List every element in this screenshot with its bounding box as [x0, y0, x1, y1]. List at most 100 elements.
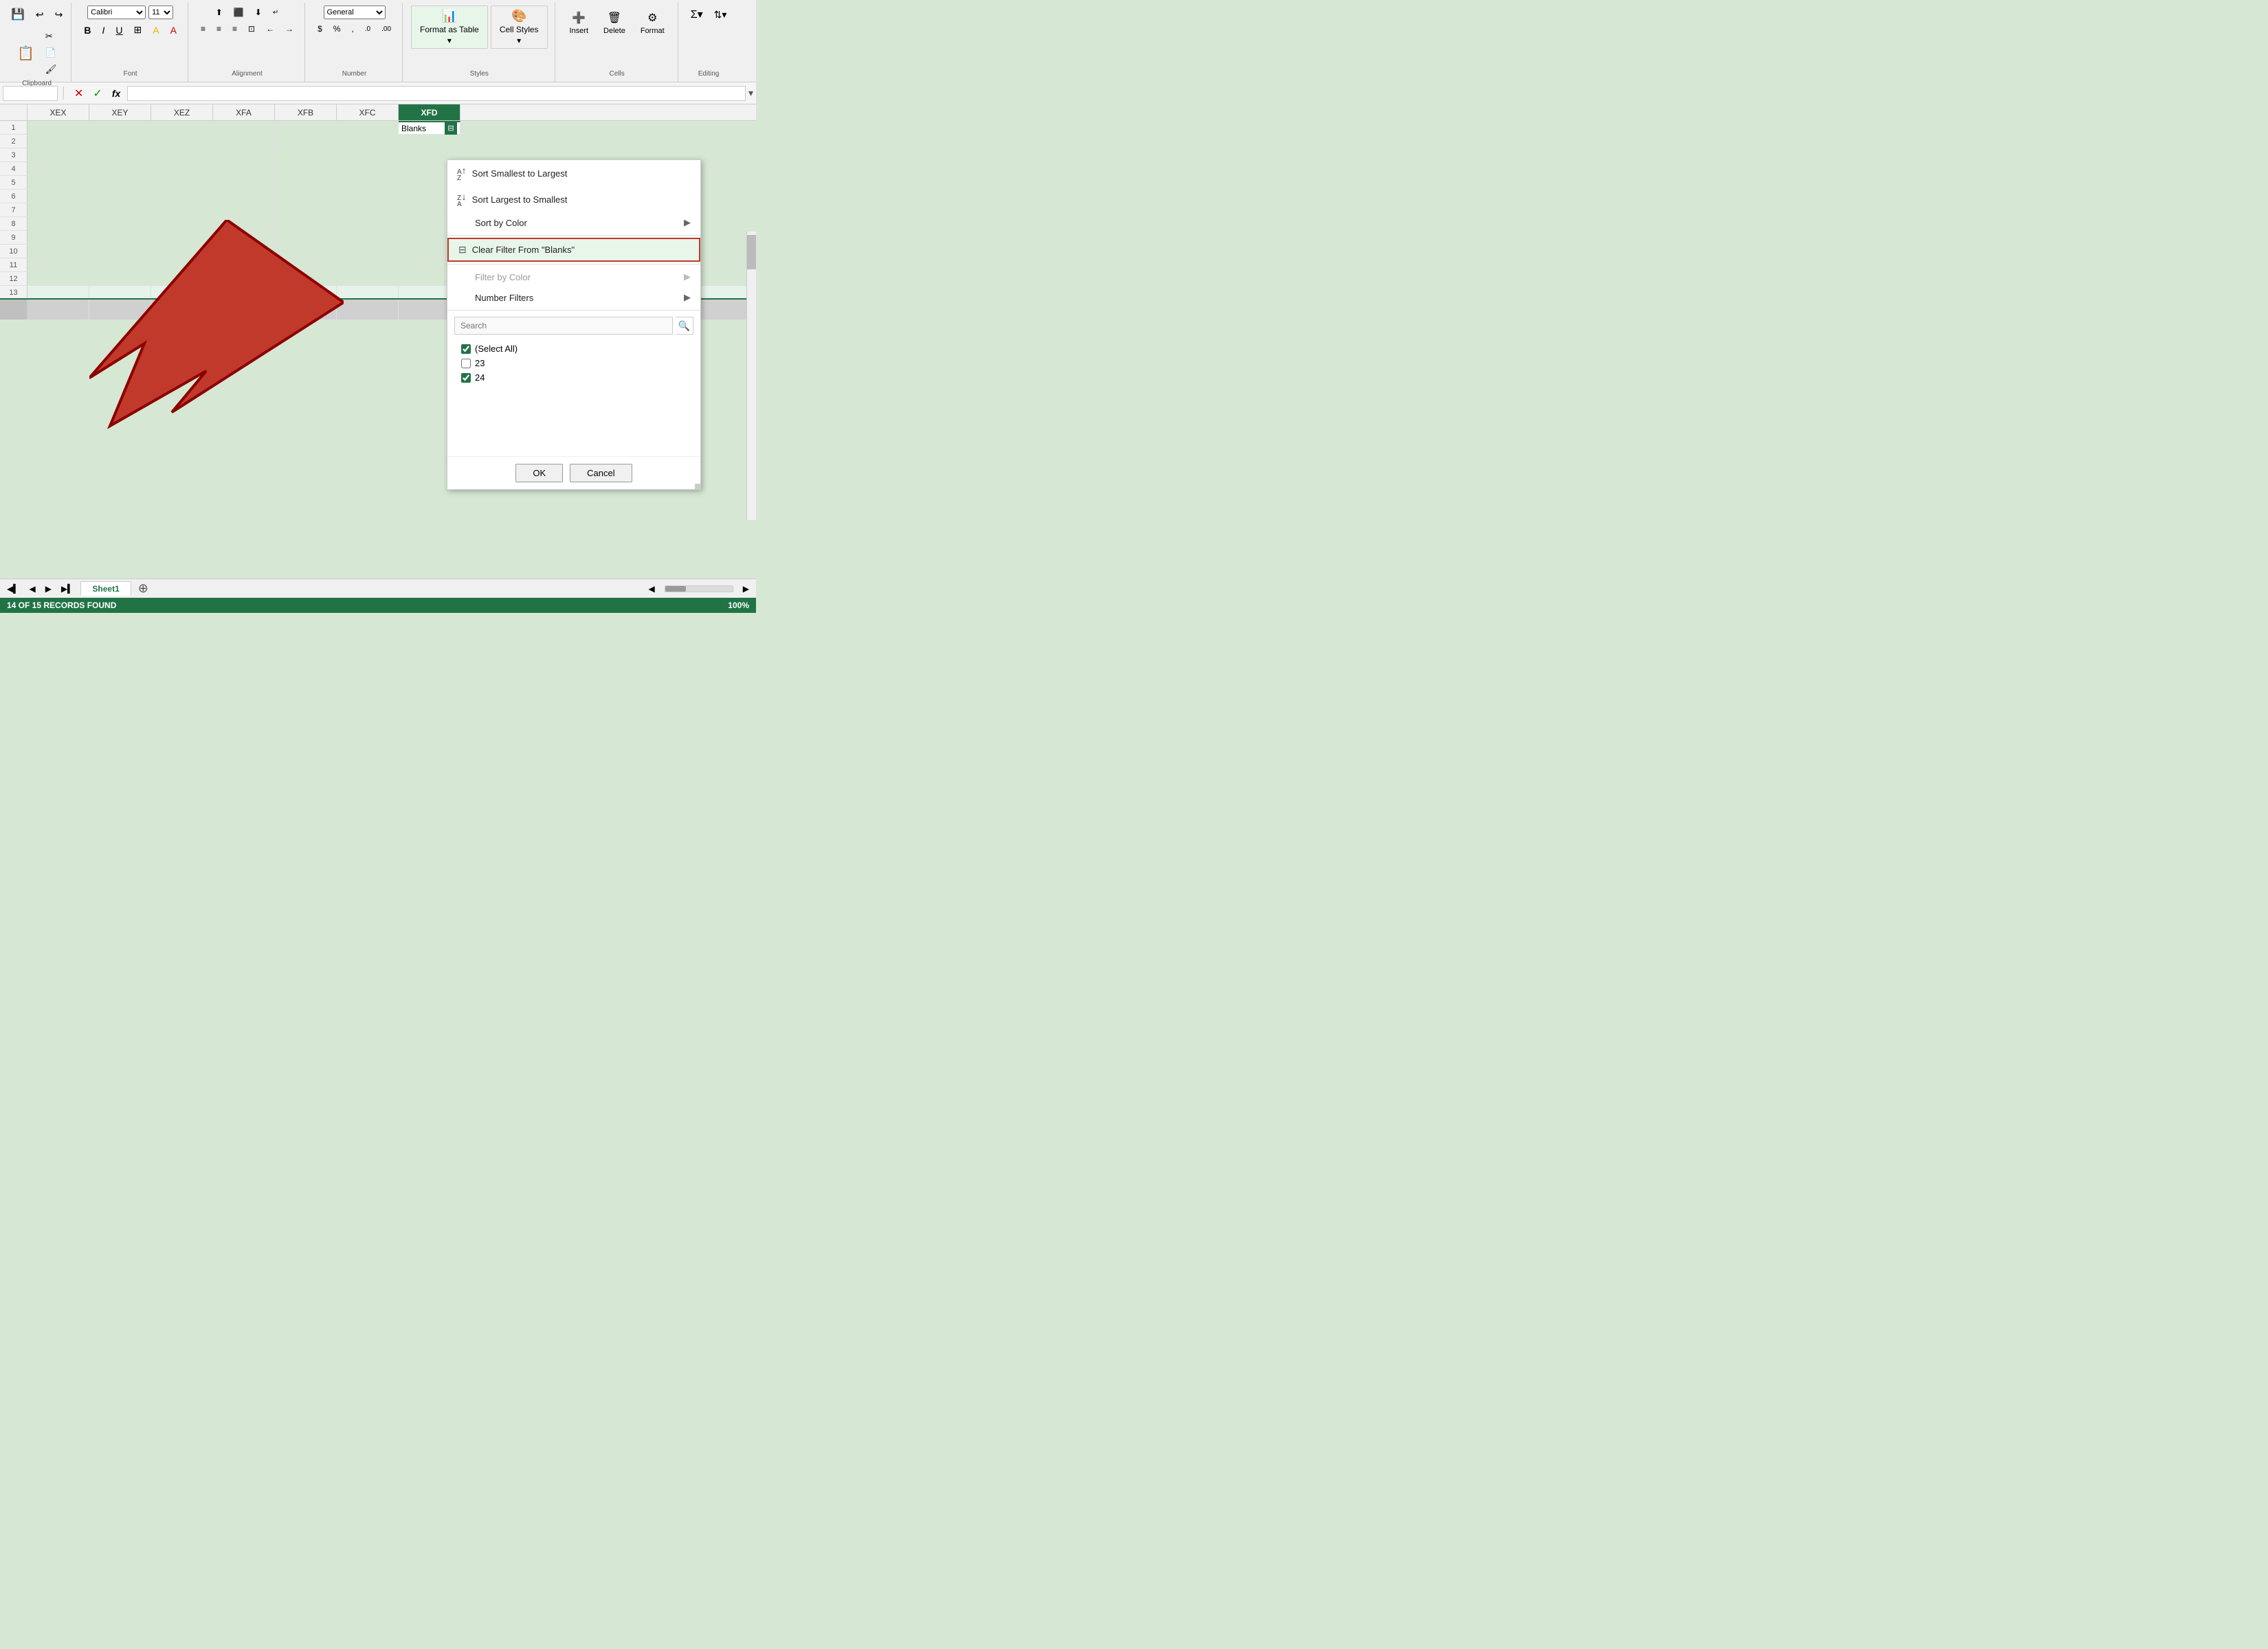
- cell-xfa-1[interactable]: [213, 121, 275, 134]
- cell-xez-2[interactable]: [151, 135, 213, 148]
- cell-xfb-3[interactable]: [275, 148, 337, 161]
- cell-xez-5[interactable]: [151, 176, 213, 189]
- cell-xez-6[interactable]: [151, 190, 213, 203]
- cell-xfc-5[interactable]: [337, 176, 399, 189]
- cell-xex-10[interactable]: [27, 245, 89, 258]
- comma-btn[interactable]: ,: [347, 22, 357, 36]
- cell-xey-8[interactable]: [89, 217, 151, 230]
- cell-xex-11[interactable]: [27, 258, 89, 271]
- cell-xez-13[interactable]: [151, 286, 213, 298]
- cell-xfa-6[interactable]: [213, 190, 275, 203]
- cell-xey-13[interactable]: [89, 286, 151, 298]
- cell-xex-14[interactable]: [27, 300, 89, 319]
- cell-xfa-13[interactable]: [213, 286, 275, 298]
- font-size-select[interactable]: 11: [148, 5, 173, 19]
- cell-xey-14[interactable]: [89, 300, 151, 319]
- cell-xfb-13[interactable]: [275, 286, 337, 298]
- cell-xfa-14[interactable]: [213, 300, 275, 319]
- cell-xey-11[interactable]: [89, 258, 151, 271]
- cell-xfc-3[interactable]: [337, 148, 399, 161]
- cell-xey-9[interactable]: [89, 231, 151, 244]
- cell-xfc-7[interactable]: [337, 203, 399, 216]
- borders-btn[interactable]: ⊞: [130, 22, 146, 38]
- cell-xfa-8[interactable]: [213, 217, 275, 230]
- checkbox-select-all[interactable]: (Select All): [461, 341, 693, 356]
- sort-filter-btn[interactable]: ⇅▾: [710, 7, 731, 23]
- cell-xfc-12[interactable]: [337, 272, 399, 285]
- cell-xfa-3[interactable]: [213, 148, 275, 161]
- align-center-btn[interactable]: ≡: [212, 22, 225, 36]
- cell-xfa-11[interactable]: [213, 258, 275, 271]
- cell-xey-1[interactable]: [89, 121, 151, 134]
- cell-xez-11[interactable]: [151, 258, 213, 271]
- cell-xez-1[interactable]: [151, 121, 213, 134]
- col-xey[interactable]: XEY: [89, 104, 151, 120]
- align-left-btn[interactable]: ≡: [197, 22, 210, 36]
- cell-xey-6[interactable]: [89, 190, 151, 203]
- name-box[interactable]: [3, 86, 58, 101]
- resize-handle[interactable]: [695, 484, 700, 489]
- cell-xfa-7[interactable]: [213, 203, 275, 216]
- col-xfb[interactable]: XFB: [275, 104, 337, 120]
- save-btn[interactable]: 💾: [7, 5, 29, 23]
- cell-xex-2[interactable]: [27, 135, 89, 148]
- cell-xez-8[interactable]: [151, 217, 213, 230]
- cell-xez-3[interactable]: [151, 148, 213, 161]
- cell-xex-9[interactable]: [27, 231, 89, 244]
- cell-xez-12[interactable]: [151, 272, 213, 285]
- scroll-left-btn[interactable]: ◀: [645, 582, 659, 596]
- cut-btn[interactable]: ✂: [41, 29, 61, 44]
- col-xfa[interactable]: XFA: [213, 104, 275, 120]
- cell-xfb-12[interactable]: [275, 272, 337, 285]
- cell-xfd-2[interactable]: [399, 135, 460, 148]
- cell-xfb-14[interactable]: [275, 300, 337, 319]
- align-top-btn[interactable]: ⬆: [212, 5, 227, 19]
- cell-xfb-1[interactable]: [275, 121, 337, 134]
- cell-xfd-1[interactable]: Blanks ⊟: [399, 121, 460, 134]
- cell-xez-14[interactable]: [151, 300, 213, 319]
- cell-xez-10[interactable]: [151, 245, 213, 258]
- cell-xfb-9[interactable]: [275, 231, 337, 244]
- cell-xex-7[interactable]: [27, 203, 89, 216]
- formula-input[interactable]: [127, 86, 746, 101]
- cell-xex-8[interactable]: [27, 217, 89, 230]
- cell-xfc-6[interactable]: [337, 190, 399, 203]
- paste-btn[interactable]: 📋: [13, 43, 38, 64]
- cell-xfa-10[interactable]: [213, 245, 275, 258]
- sheet-nav-first[interactable]: ◀▍: [3, 582, 23, 596]
- search-input[interactable]: [454, 317, 673, 335]
- cell-xex-4[interactable]: [27, 162, 89, 175]
- cell-xfa-4[interactable]: [213, 162, 275, 175]
- undo-btn[interactable]: ↩: [32, 7, 48, 23]
- add-sheet-btn[interactable]: ⊕: [134, 581, 153, 596]
- cell-xex-3[interactable]: [27, 148, 89, 161]
- number-format-select[interactable]: General: [324, 5, 386, 19]
- cell-xfc-2[interactable]: [337, 135, 399, 148]
- italic-btn[interactable]: I: [98, 23, 109, 38]
- sheet-nav-prev[interactable]: ◀: [25, 582, 39, 596]
- delete-btn[interactable]: 🗑 Delete: [597, 5, 632, 40]
- redo-btn[interactable]: ↪: [51, 7, 67, 23]
- cell-xey-2[interactable]: [89, 135, 151, 148]
- cell-xfa-2[interactable]: [213, 135, 275, 148]
- cell-xfc-14[interactable]: [337, 300, 399, 319]
- cell-xfa-5[interactable]: [213, 176, 275, 189]
- dec-inc-btn[interactable]: .0: [361, 23, 375, 35]
- copy-btn[interactable]: 📄: [41, 45, 61, 60]
- col-xez[interactable]: XEZ: [151, 104, 213, 120]
- format-as-table-btn[interactable]: 📊 Format as Table ▾: [411, 5, 488, 49]
- confirm-formula-btn[interactable]: ✓: [89, 85, 106, 102]
- font-family-select[interactable]: Calibri: [87, 5, 146, 19]
- percent-btn[interactable]: %: [329, 22, 345, 36]
- insert-function-btn[interactable]: fx: [108, 86, 124, 101]
- cell-xez-4[interactable]: [151, 162, 213, 175]
- sort-asc-item[interactable]: AZ↑ Sort Smallest to Largest: [447, 160, 700, 186]
- cell-xfc-9[interactable]: [337, 231, 399, 244]
- dec-dec-btn[interactable]: .00: [377, 23, 395, 35]
- cell-xfc-4[interactable]: [337, 162, 399, 175]
- cell-xfb-11[interactable]: [275, 258, 337, 271]
- clear-filter-item[interactable]: ⊟ Clear Filter From "Blanks": [447, 238, 700, 262]
- cell-xey-5[interactable]: [89, 176, 151, 189]
- cell-xey-10[interactable]: [89, 245, 151, 258]
- indent-inc-btn[interactable]: →: [281, 22, 298, 36]
